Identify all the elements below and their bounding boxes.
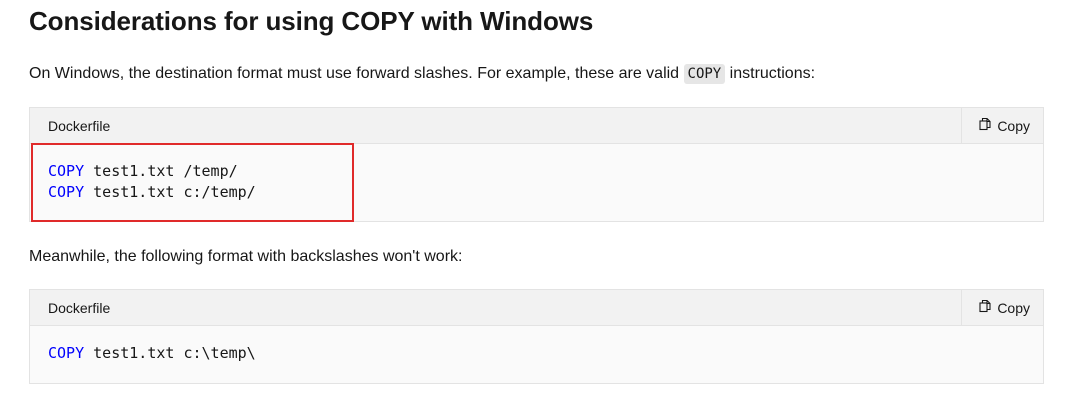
backslash-paragraph: Meanwhile, the following format with bac… [29,248,463,265]
code-language-label: Dockerfile [48,117,111,134]
inline-code-copy: COPY [683,64,726,84]
code-block-invalid: Dockerfile Copy COPY test1.txt c:\temp\ [29,289,1044,384]
copy-button[interactable]: Copy [961,107,1043,144]
intro-text-before: On Windows, the destination format must … [29,65,684,82]
intro-text-after: instructions: [725,65,816,82]
code-language-label: Dockerfile [48,299,111,316]
copy-icon [978,117,992,134]
doc-page: Considerations for using COPY with Windo… [0,0,1080,414]
code-block-header: Dockerfile Copy [30,289,1043,326]
code-keyword: COPY [48,344,85,362]
intro-paragraph: On Windows, the destination format must … [29,62,815,86]
code-block-body: COPY test1.txt c:\temp\ [30,326,1043,364]
code-text: test1.txt c:\temp\ [84,344,256,362]
copy-button-label: Copy [997,299,1030,316]
copy-button-label: Copy [997,117,1030,134]
copy-icon [978,299,992,316]
section-heading: Considerations for using COPY with Windo… [29,6,594,36]
code-line: COPY test1.txt c:\temp\ [48,343,1025,364]
code-block-header: Dockerfile Copy [30,107,1043,144]
highlight-annotation-box [31,143,354,222]
copy-button[interactable]: Copy [961,289,1043,326]
